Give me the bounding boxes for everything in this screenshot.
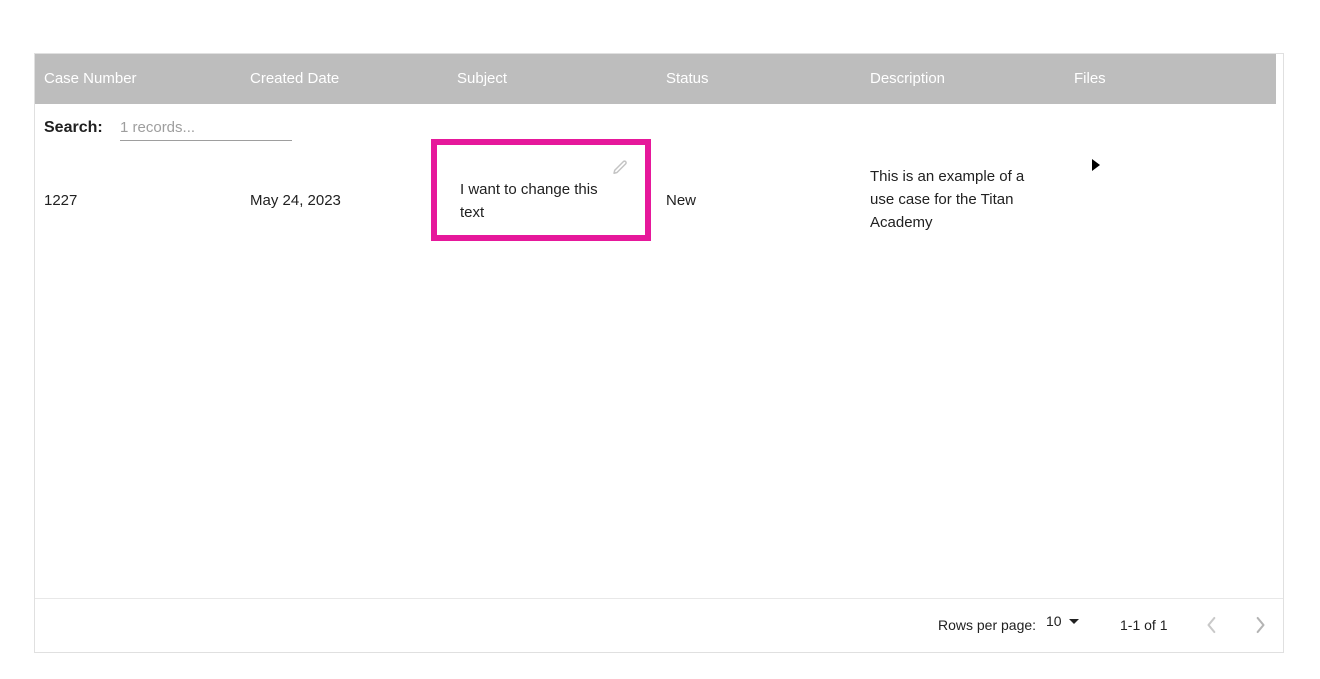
cell-created-date: May 24, 2023 (250, 192, 341, 209)
column-header-subject[interactable]: Subject (457, 54, 507, 104)
cell-description: This is an example of a use case for the… (870, 168, 1025, 231)
pagination-range-label: 1-1 of 1 (1120, 617, 1168, 633)
column-header-description[interactable]: Description (870, 54, 945, 104)
cell-case-number: 1227 (44, 192, 78, 209)
chevron-left-icon (1207, 616, 1216, 634)
column-header-files[interactable]: Files (1074, 54, 1106, 104)
pagination-bar: Rows per page: 10 1-1 of 1 (35, 598, 1283, 652)
cell-subject-highlighted[interactable]: I want to change this text (431, 139, 651, 241)
cell-subject-text: I want to change this text (460, 181, 598, 221)
cases-table-card: Case Number Created Date Subject Status … (34, 53, 1284, 653)
chevron-down-icon (1068, 618, 1079, 624)
column-header-status[interactable]: Status (666, 54, 709, 104)
triangle-right-icon[interactable] (1092, 159, 1100, 171)
column-header-case-number[interactable]: Case Number (44, 54, 137, 104)
pencil-icon[interactable] (611, 159, 629, 177)
pagination-next-button[interactable] (1246, 611, 1274, 639)
search-label: Search: (44, 119, 103, 136)
rows-per-page-select[interactable]: 10 (1046, 613, 1079, 629)
table-header-row: Case Number Created Date Subject Status … (35, 54, 1276, 104)
chevron-right-icon (1256, 616, 1265, 634)
rows-per-page-value: 10 (1046, 613, 1062, 629)
cell-status: New (666, 192, 697, 209)
search-input[interactable] (120, 116, 292, 138)
search-input-wrapper (120, 116, 292, 141)
rows-per-page-label: Rows per page: (938, 617, 1037, 633)
column-header-created-date[interactable]: Created Date (250, 54, 339, 104)
pagination-prev-button[interactable] (1198, 611, 1226, 639)
table-row: 1227 May 24, 2023 New This is an example… (35, 139, 1276, 249)
